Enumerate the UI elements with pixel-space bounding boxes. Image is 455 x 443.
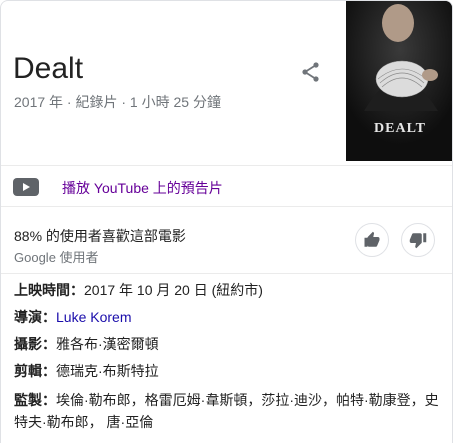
poster-title: DEALT: [374, 121, 426, 136]
like-button[interactable]: [355, 223, 389, 257]
thumbs-down-icon: [409, 233, 427, 249]
trailer-link[interactable]: 播放 YouTube 上的預告片: [62, 178, 223, 198]
fact-release: 上映時間：2017 年 10 月 20 日 (紐約市): [14, 277, 442, 304]
movie-subtitle: 2017 年 · 紀錄片 · 1 小時 25 分鐘: [14, 94, 221, 110]
fact-label: 導演：: [14, 309, 56, 325]
fact-value: 雅各布·漢密爾頓: [56, 336, 159, 352]
knowledge-panel: Dealt 2017 年 · 紀錄片 · 1 小時 25 分鐘 DEALT 播放…: [0, 0, 453, 443]
facts-list: 上映時間：2017 年 10 月 20 日 (紐約市) 導演：Luke Kore…: [14, 277, 442, 433]
rating-source: Google 使用者: [14, 250, 99, 265]
movie-poster[interactable]: DEALT: [346, 1, 452, 161]
movie-title: Dealt: [13, 52, 84, 85]
youtube-play-icon: [13, 178, 39, 196]
fact-value: 2017 年 10 月 20 日 (紐約市): [84, 282, 263, 298]
fact-cinematography: 攝影：雅各布·漢密爾頓: [14, 331, 442, 358]
fact-label: 剪輯：: [14, 363, 56, 379]
trailer-row[interactable]: 播放 YouTube 上的預告片: [1, 166, 452, 207]
director-link[interactable]: Luke Korem: [56, 309, 131, 325]
share-icon[interactable]: [299, 60, 323, 84]
fact-value: 埃倫·勒布郎，格雷厄姆·韋斯頓，莎拉·迪沙，帕特·勒康登，史特夫·勒布郎， 唐·…: [14, 392, 439, 430]
fact-label: 監製：: [14, 392, 56, 408]
poster-artwork: [346, 1, 452, 161]
fact-value: 德瑞克·布斯特拉: [56, 363, 159, 379]
rating-row: 88% 的使用者喜歡這部電影 Google 使用者: [1, 207, 452, 274]
fact-editor: 剪輯：德瑞克·布斯特拉: [14, 358, 442, 385]
fact-label: 攝影：: [14, 336, 56, 352]
thumbs-up-icon: [364, 231, 380, 247]
dislike-button[interactable]: [401, 223, 435, 257]
fact-director: 導演：Luke Korem: [14, 304, 442, 331]
fact-label: 上映時間：: [14, 282, 84, 298]
panel-header: Dealt 2017 年 · 紀錄片 · 1 小時 25 分鐘 DEALT: [1, 1, 452, 166]
fact-producers: 監製：埃倫·勒布郎，格雷厄姆·韋斯頓，莎拉·迪沙，帕特·勒康登，史特夫·勒布郎，…: [14, 389, 442, 433]
rating-text: 88% 的使用者喜歡這部電影: [14, 228, 186, 244]
